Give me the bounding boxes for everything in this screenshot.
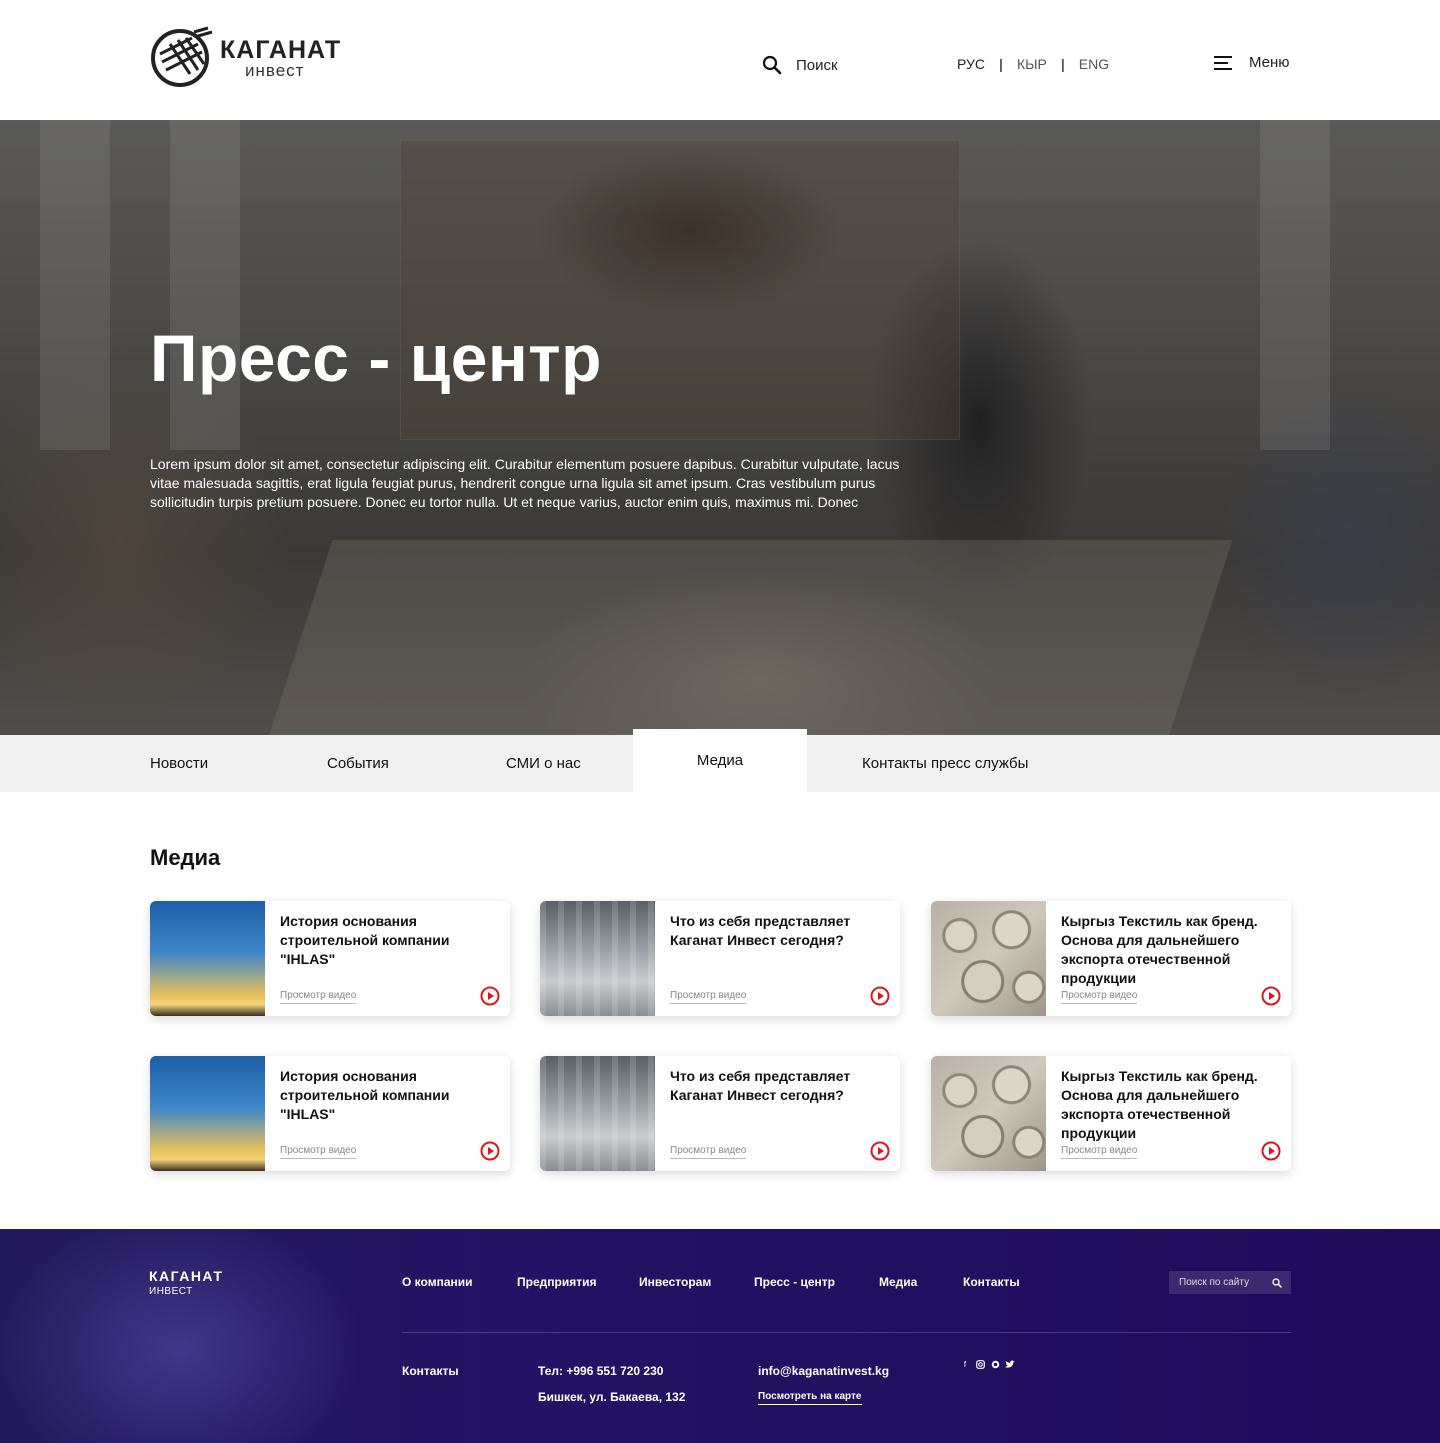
media-card[interactable]: История основания строительной компании … xyxy=(150,901,510,1016)
watch-video-link[interactable]: Просмотр видео xyxy=(670,1145,747,1159)
media-card[interactable]: Что из себя представляет Каганат Инвест … xyxy=(540,1056,900,1171)
footer-nav-press-center[interactable]: Пресс - центр xyxy=(754,1275,835,1289)
card-title: Кыргыз Текстиль как бренд. Основа для да… xyxy=(1061,913,1258,986)
header-search[interactable]: Поиск xyxy=(762,52,838,78)
card-thumbnail xyxy=(540,1056,655,1171)
footer-nav-contacts[interactable]: Контакты xyxy=(963,1275,1020,1289)
twitter-icon[interactable] xyxy=(1005,1359,1015,1369)
card-title: История основания строительной компании … xyxy=(280,913,450,967)
footer-nav-investors[interactable]: Инвесторам xyxy=(639,1275,711,1289)
language-switcher: РУС | КЫР | ENG xyxy=(957,56,1109,72)
card-thumbnail xyxy=(931,1056,1046,1171)
play-icon[interactable] xyxy=(870,1141,890,1161)
media-card[interactable]: Кыргыз Текстиль как бренд. Основа для да… xyxy=(931,901,1291,1016)
menu-button[interactable]: Меню xyxy=(1214,54,1290,71)
play-icon[interactable] xyxy=(480,1141,500,1161)
search-icon[interactable] xyxy=(1272,1277,1282,1288)
card-thumbnail xyxy=(150,901,265,1016)
search-icon xyxy=(762,55,782,75)
media-card[interactable]: История основания строительной компании … xyxy=(150,1056,510,1171)
tab-media[interactable]: Медиа xyxy=(633,729,807,792)
card-title: Что из себя представляет Каганат Инвест … xyxy=(670,1068,851,1103)
site-footer: КАГАНАТ ИНВЕСТ О компании Предприятия Ин… xyxy=(0,1229,1440,1443)
footer-search-placeholder: Поиск по сайту xyxy=(1179,1277,1250,1288)
footer-divider xyxy=(402,1332,1291,1333)
facebook-icon[interactable]: f xyxy=(960,1359,970,1369)
card-title: Что из себя представляет Каганат Инвест … xyxy=(670,913,851,948)
card-title: Кыргыз Текстиль как бренд. Основа для да… xyxy=(1061,1068,1258,1141)
hero-description: Lorem ipsum dolor sit amet, consectetur … xyxy=(150,456,900,510)
card-thumbnail xyxy=(540,901,655,1016)
site-header: КАГАНАТ инвест Поиск РУС | КЫР | ENG Мен… xyxy=(0,0,1440,120)
press-center-tabs: Новости События СМИ о нас Медиа Контакты… xyxy=(0,729,1440,792)
menu-label: Меню xyxy=(1249,54,1290,71)
instagram-icon[interactable] xyxy=(975,1359,985,1369)
watch-video-link[interactable]: Просмотр видео xyxy=(1061,990,1138,1004)
play-icon[interactable] xyxy=(1261,1141,1281,1161)
lang-separator: | xyxy=(999,56,1003,72)
card-thumbnail xyxy=(150,1056,265,1171)
footer-email[interactable]: info@kaganatinvest.kg xyxy=(758,1364,889,1378)
page-title: Пресс - центр xyxy=(150,321,602,395)
footer-contacts-label: Контакты xyxy=(402,1364,459,1378)
watch-video-link[interactable]: Просмотр видео xyxy=(280,990,357,1004)
tab-news[interactable]: Новости xyxy=(150,735,208,792)
hamburger-icon xyxy=(1214,55,1232,70)
watch-video-link[interactable]: Просмотр видео xyxy=(1061,1145,1138,1159)
hero-overlay xyxy=(0,120,1440,735)
footer-nav-enterprises[interactable]: Предприятия xyxy=(517,1275,596,1289)
logo-emblem-icon xyxy=(151,26,213,87)
view-on-map-link[interactable]: Посмотреть на карте xyxy=(758,1391,862,1405)
card-thumbnail xyxy=(931,901,1046,1016)
footer-logo-title[interactable]: КАГАНАТ xyxy=(149,1268,223,1284)
play-icon[interactable] xyxy=(1261,986,1281,1006)
footer-nav-about[interactable]: О компании xyxy=(402,1275,473,1289)
lang-ru[interactable]: РУС xyxy=(957,56,985,72)
media-card[interactable]: Кыргыз Текстиль как бренд. Основа для да… xyxy=(931,1056,1291,1171)
tab-events[interactable]: События xyxy=(327,735,389,792)
play-icon[interactable] xyxy=(870,986,890,1006)
lang-separator: | xyxy=(1060,56,1065,72)
footer-address: Бишкек, ул. Бакаева, 132 xyxy=(538,1390,686,1404)
hero-banner: Пресс - центр Lorem ipsum dolor sit amet… xyxy=(0,120,1440,735)
watch-video-link[interactable]: Просмотр видео xyxy=(280,1145,357,1159)
tab-media-about-us[interactable]: СМИ о нас xyxy=(506,735,581,792)
card-title: История основания строительной компании … xyxy=(280,1068,450,1122)
logo[interactable]: КАГАНАТ инвест xyxy=(150,24,350,90)
logo-subtitle: инвест xyxy=(245,61,305,80)
media-card[interactable]: Что из себя представляет Каганат Инвест … xyxy=(540,901,900,1016)
search-label: Поиск xyxy=(796,56,838,74)
footer-nav-media[interactable]: Медиа xyxy=(879,1275,917,1289)
lang-en[interactable]: ENG xyxy=(1079,56,1109,72)
lang-ky[interactable]: КЫР xyxy=(1017,56,1047,72)
whatsapp-icon[interactable] xyxy=(990,1359,1000,1369)
footer-search-input[interactable]: Поиск по сайту xyxy=(1169,1271,1291,1294)
footer-phone[interactable]: Тел: +996 551 720 230 xyxy=(538,1364,663,1378)
play-icon[interactable] xyxy=(480,986,500,1006)
footer-logo-subtitle: ИНВЕСТ xyxy=(149,1286,193,1297)
social-links: f xyxy=(960,1359,1015,1369)
section-title: Медиа xyxy=(150,845,221,870)
watch-video-link[interactable]: Просмотр видео xyxy=(670,990,747,1004)
tab-press-contacts[interactable]: Контакты пресс службы xyxy=(862,735,1028,792)
